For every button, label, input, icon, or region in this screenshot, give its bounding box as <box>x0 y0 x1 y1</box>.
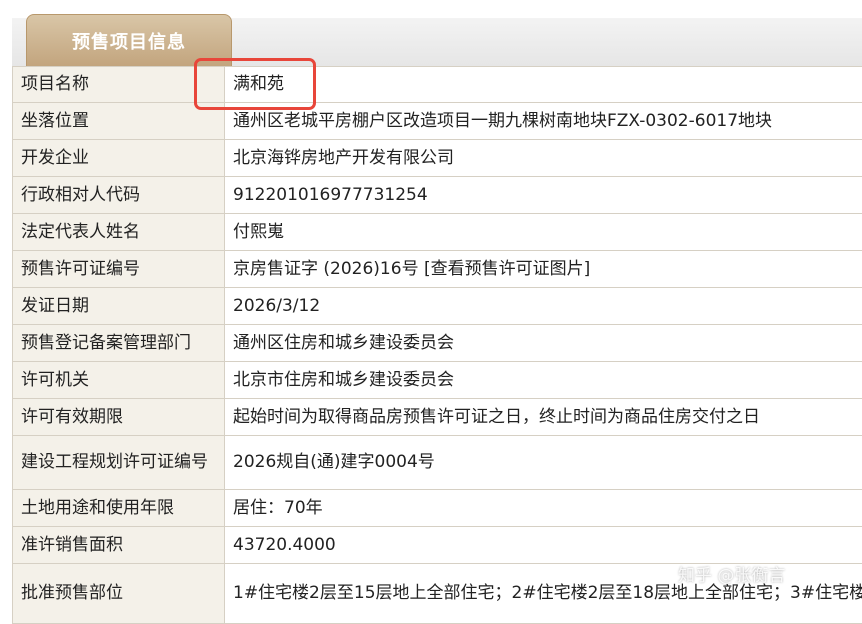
table-row: 许可机关 北京市住房和城乡建设委员会 <box>13 362 862 399</box>
label-permit-number: 预售许可证编号 <box>13 251 225 288</box>
label-admin-code: 行政相对人代码 <box>13 177 225 214</box>
table-row: 开发企业 北京海铧房地产开发有限公司 <box>13 140 862 177</box>
top-area: 预售项目信息 <box>0 0 862 66</box>
table-row: 预售登记备案管理部门 通州区住房和城乡建设委员会 <box>13 325 862 362</box>
tab-presale-project-info[interactable]: 预售项目信息 <box>26 14 232 67</box>
label-planning-permit: 建设工程规划许可证编号 <box>13 436 225 490</box>
label-developer: 开发企业 <box>13 140 225 177</box>
table-row: 发证日期 2026/3/12 <box>13 288 862 325</box>
value-permit-number[interactable]: 京房售证字 (2026)16号 [查看预售许可证图片] <box>225 251 862 288</box>
value-issue-date: 2026/3/12 <box>225 288 862 325</box>
value-land-use: 居住：70年 <box>225 490 862 527</box>
table-row: 建设工程规划许可证编号 2026规自(通)建字0004号 <box>13 436 862 490</box>
value-admin-code: 912201016977731254 <box>225 177 862 214</box>
value-project-name: 满和苑 <box>225 67 862 103</box>
label-issue-date: 发证日期 <box>13 288 225 325</box>
value-developer: 北京海铧房地产开发有限公司 <box>225 140 862 177</box>
label-sales-area: 准许销售面积 <box>13 527 225 564</box>
table-row: 项目名称 满和苑 <box>13 67 862 103</box>
table-row: 许可有效期限 起始时间为取得商品房预售许可证之日，终止时间为商品住房交付之日 <box>13 399 862 436</box>
label-validity-period: 许可有效期限 <box>13 399 225 436</box>
table-row: 法定代表人姓名 付熙嵬 <box>13 214 862 251</box>
table-row: 行政相对人代码 912201016977731254 <box>13 177 862 214</box>
table-row: 坐落位置 通州区老城平房棚户区改造项目一期九棵树南地块FZX-0302-6017… <box>13 103 862 140</box>
watermark: 知乎 @张衡言 <box>678 561 785 586</box>
label-approved-sections: 批准预售部位 <box>13 564 225 624</box>
label-land-use: 土地用途和使用年限 <box>13 490 225 527</box>
label-location: 坐落位置 <box>13 103 225 140</box>
value-location: 通州区老城平房棚户区改造项目一期九棵树南地块FZX-0302-6017地块 <box>225 103 862 140</box>
label-licensing-authority: 许可机关 <box>13 362 225 399</box>
table-row: 准许销售面积 43720.4000 <box>13 527 862 564</box>
value-sales-area: 43720.4000 <box>225 527 862 564</box>
value-validity-period: 起始时间为取得商品房预售许可证之日，终止时间为商品住房交付之日 <box>225 399 862 436</box>
label-registration-dept: 预售登记备案管理部门 <box>13 325 225 362</box>
label-project-name: 项目名称 <box>13 67 225 103</box>
table-row: 土地用途和使用年限 居住：70年 <box>13 490 862 527</box>
label-legal-representative: 法定代表人姓名 <box>13 214 225 251</box>
presale-info-table: 项目名称 满和苑 坐落位置 通州区老城平房棚户区改造项目一期九棵树南地块FZX-… <box>12 66 862 624</box>
value-licensing-authority: 北京市住房和城乡建设委员会 <box>225 362 862 399</box>
table-row: 预售许可证编号 京房售证字 (2026)16号 [查看预售许可证图片] <box>13 251 862 288</box>
value-registration-dept: 通州区住房和城乡建设委员会 <box>225 325 862 362</box>
value-legal-representative: 付熙嵬 <box>225 214 862 251</box>
value-planning-permit: 2026规自(通)建字0004号 <box>225 436 862 490</box>
